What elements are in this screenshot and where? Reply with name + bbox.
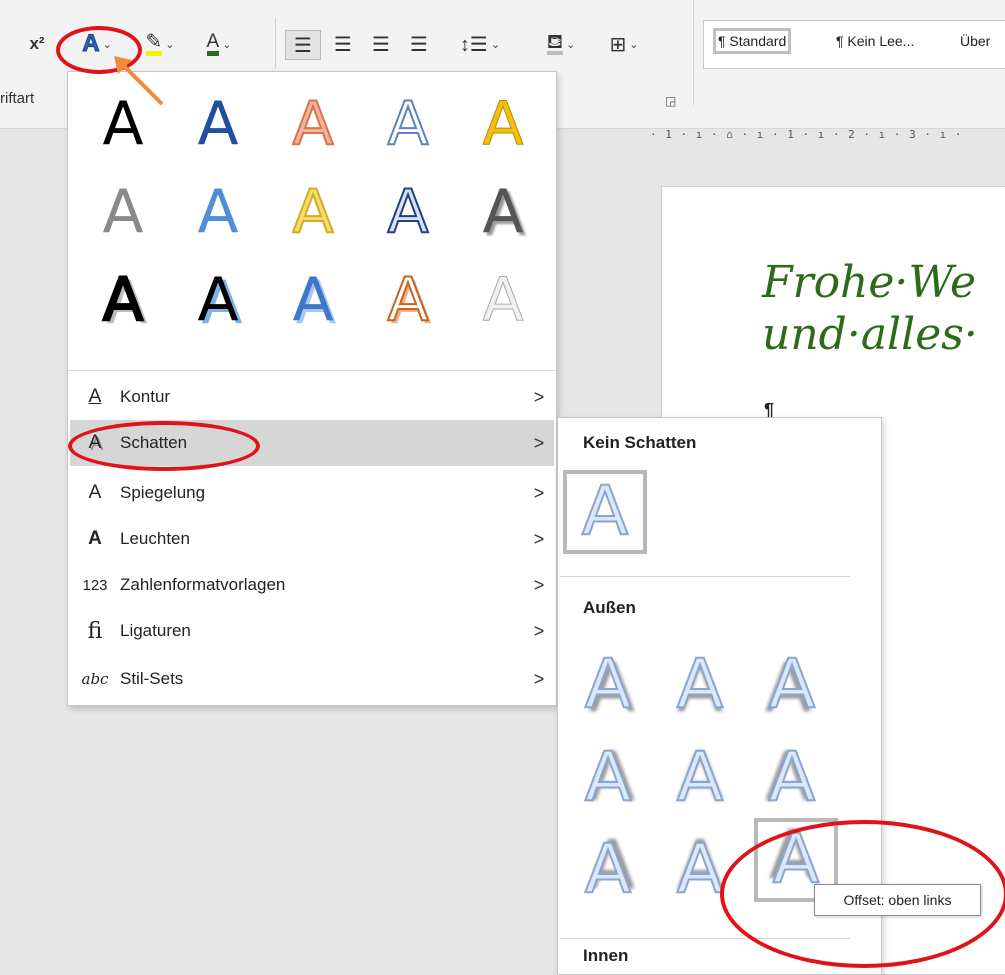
chevron-down-icon: ⌄ bbox=[566, 38, 576, 51]
font-group-label: riftart bbox=[0, 90, 35, 107]
document-text-line[interactable]: und·alles· bbox=[762, 309, 978, 360]
stylistic-set-icon: abc bbox=[81, 670, 109, 688]
effect-preset[interactable]: A bbox=[463, 172, 543, 252]
number-style-icon: 123 bbox=[82, 576, 108, 594]
menu-separator bbox=[560, 938, 850, 939]
outer-shadow-option[interactable]: A bbox=[566, 736, 650, 820]
effect-preset[interactable]: A bbox=[178, 172, 258, 252]
chevron-right-icon: > bbox=[533, 386, 545, 407]
align-left-icon: ☰ bbox=[294, 34, 312, 57]
align-left-button[interactable]: ☰ bbox=[285, 30, 321, 60]
horizontal-ruler[interactable]: · 1 · ı · ⌂ · ı · 1 · ı · 2 · ı · 3 · ı … bbox=[650, 128, 1005, 148]
effect-preset[interactable]: A bbox=[178, 260, 258, 340]
chevron-down-icon: ⌄ bbox=[102, 38, 112, 51]
document-text-line[interactable]: Frohe·We bbox=[762, 257, 976, 308]
align-right-icon: ☰ bbox=[372, 33, 390, 56]
paragraph-dialog-launcher-icon[interactable]: ◲ bbox=[665, 94, 676, 108]
outer-shadow-option[interactable]: A bbox=[750, 736, 834, 820]
paint-bucket-icon: ⛾ bbox=[546, 31, 564, 55]
effect-preset[interactable]: A bbox=[178, 84, 258, 164]
chevron-right-icon: > bbox=[533, 482, 545, 503]
glow-A-icon: A bbox=[88, 528, 102, 549]
chevron-right-icon: > bbox=[533, 528, 545, 549]
menu-item-kontur[interactable]: A Kontur > bbox=[70, 374, 554, 420]
line-spacing-button[interactable]: ↕☰ ⌄ bbox=[452, 30, 508, 58]
menu-item-leuchten[interactable]: A Leuchten > bbox=[70, 516, 554, 562]
no-shadow-option[interactable]: A bbox=[563, 470, 647, 554]
chevron-right-icon: > bbox=[533, 668, 545, 689]
style-kein-leerraum[interactable]: ¶ Kein Lee... bbox=[836, 33, 914, 49]
justify-button[interactable]: ☰ bbox=[404, 30, 434, 58]
effect-preset[interactable]: A bbox=[368, 260, 448, 340]
font-color-button[interactable]: A ⌄ bbox=[196, 30, 242, 58]
text-effects-menu: A A A A A A A A A A A A A A A A Kontur >… bbox=[67, 71, 557, 706]
text-effects-icon: A bbox=[82, 30, 100, 58]
chevron-down-icon: ⌄ bbox=[490, 38, 501, 51]
menu-item-spiegelung[interactable]: A Spiegelung > bbox=[70, 470, 554, 516]
effect-preset[interactable]: A bbox=[83, 172, 163, 252]
outer-shadow-option[interactable]: A bbox=[658, 736, 742, 820]
effect-preset[interactable]: A bbox=[273, 260, 353, 340]
align-center-button[interactable]: ☰ bbox=[328, 30, 358, 58]
effect-preset[interactable]: A bbox=[273, 172, 353, 252]
effect-preset[interactable]: A bbox=[83, 260, 163, 340]
ribbon-separator bbox=[275, 18, 276, 68]
outer-shadow-option[interactable]: A bbox=[566, 643, 650, 727]
style-ueberschrift[interactable]: Über bbox=[960, 33, 990, 49]
align-right-button[interactable]: ☰ bbox=[366, 30, 396, 58]
effect-preset[interactable]: A bbox=[463, 260, 543, 340]
ribbon-separator bbox=[693, 0, 694, 105]
borders-icon: ⊞ bbox=[609, 33, 627, 56]
outer-shadow-option[interactable]: A bbox=[658, 828, 742, 912]
justify-icon: ☰ bbox=[410, 33, 428, 56]
effect-preset[interactable]: A bbox=[368, 172, 448, 252]
inner-shadow-heading: Innen bbox=[583, 946, 629, 965]
font-color-icon: A bbox=[206, 32, 220, 56]
superscript-button[interactable]: x² bbox=[24, 30, 50, 58]
tooltip: Offset: oben links bbox=[814, 884, 981, 916]
annotation-arrow-icon bbox=[114, 56, 164, 106]
ligature-icon: ﬁ bbox=[87, 618, 103, 644]
no-shadow-heading: Kein Schatten bbox=[583, 433, 697, 452]
outer-shadow-option[interactable]: A bbox=[566, 828, 650, 912]
line-spacing-icon: ↕☰ bbox=[459, 33, 488, 56]
menu-item-zahlenformatvorlagen[interactable]: 123 Zahlenformatvorlagen > bbox=[70, 562, 554, 608]
menu-item-ligaturen[interactable]: ﬁ Ligaturen > bbox=[70, 608, 554, 654]
effect-preset[interactable]: A bbox=[273, 84, 353, 164]
chevron-right-icon: > bbox=[533, 620, 545, 641]
shading-button[interactable]: ⛾ ⌄ bbox=[532, 30, 590, 58]
outer-shadow-option[interactable]: A bbox=[658, 643, 742, 727]
chevron-right-icon: > bbox=[533, 432, 545, 453]
chevron-down-icon: ⌄ bbox=[629, 38, 639, 51]
effect-preset[interactable]: A bbox=[463, 84, 543, 164]
borders-button[interactable]: ⊞ ⌄ bbox=[598, 30, 650, 58]
reflection-A-icon: A bbox=[88, 482, 102, 503]
chevron-down-icon: ⌄ bbox=[165, 38, 175, 51]
menu-separator bbox=[560, 576, 850, 577]
outline-A-icon: A bbox=[88, 386, 102, 407]
outer-shadow-heading: Außen bbox=[583, 598, 636, 617]
styles-gallery: ¶ Standard ¶ Kein Lee... Über bbox=[703, 20, 1005, 69]
chevron-down-icon: ⌄ bbox=[222, 38, 232, 51]
outer-shadow-option[interactable]: A bbox=[750, 643, 834, 727]
shadow-A-icon: A bbox=[88, 432, 102, 453]
menu-separator bbox=[68, 370, 556, 371]
menu-item-stil-sets[interactable]: abc Stil-Sets > bbox=[70, 656, 554, 702]
menu-item-schatten[interactable]: A Schatten > bbox=[70, 420, 554, 466]
style-standard[interactable]: ¶ Standard bbox=[712, 28, 792, 54]
chevron-right-icon: > bbox=[533, 574, 545, 595]
effect-preset[interactable]: A bbox=[368, 84, 448, 164]
align-center-icon: ☰ bbox=[334, 33, 352, 56]
